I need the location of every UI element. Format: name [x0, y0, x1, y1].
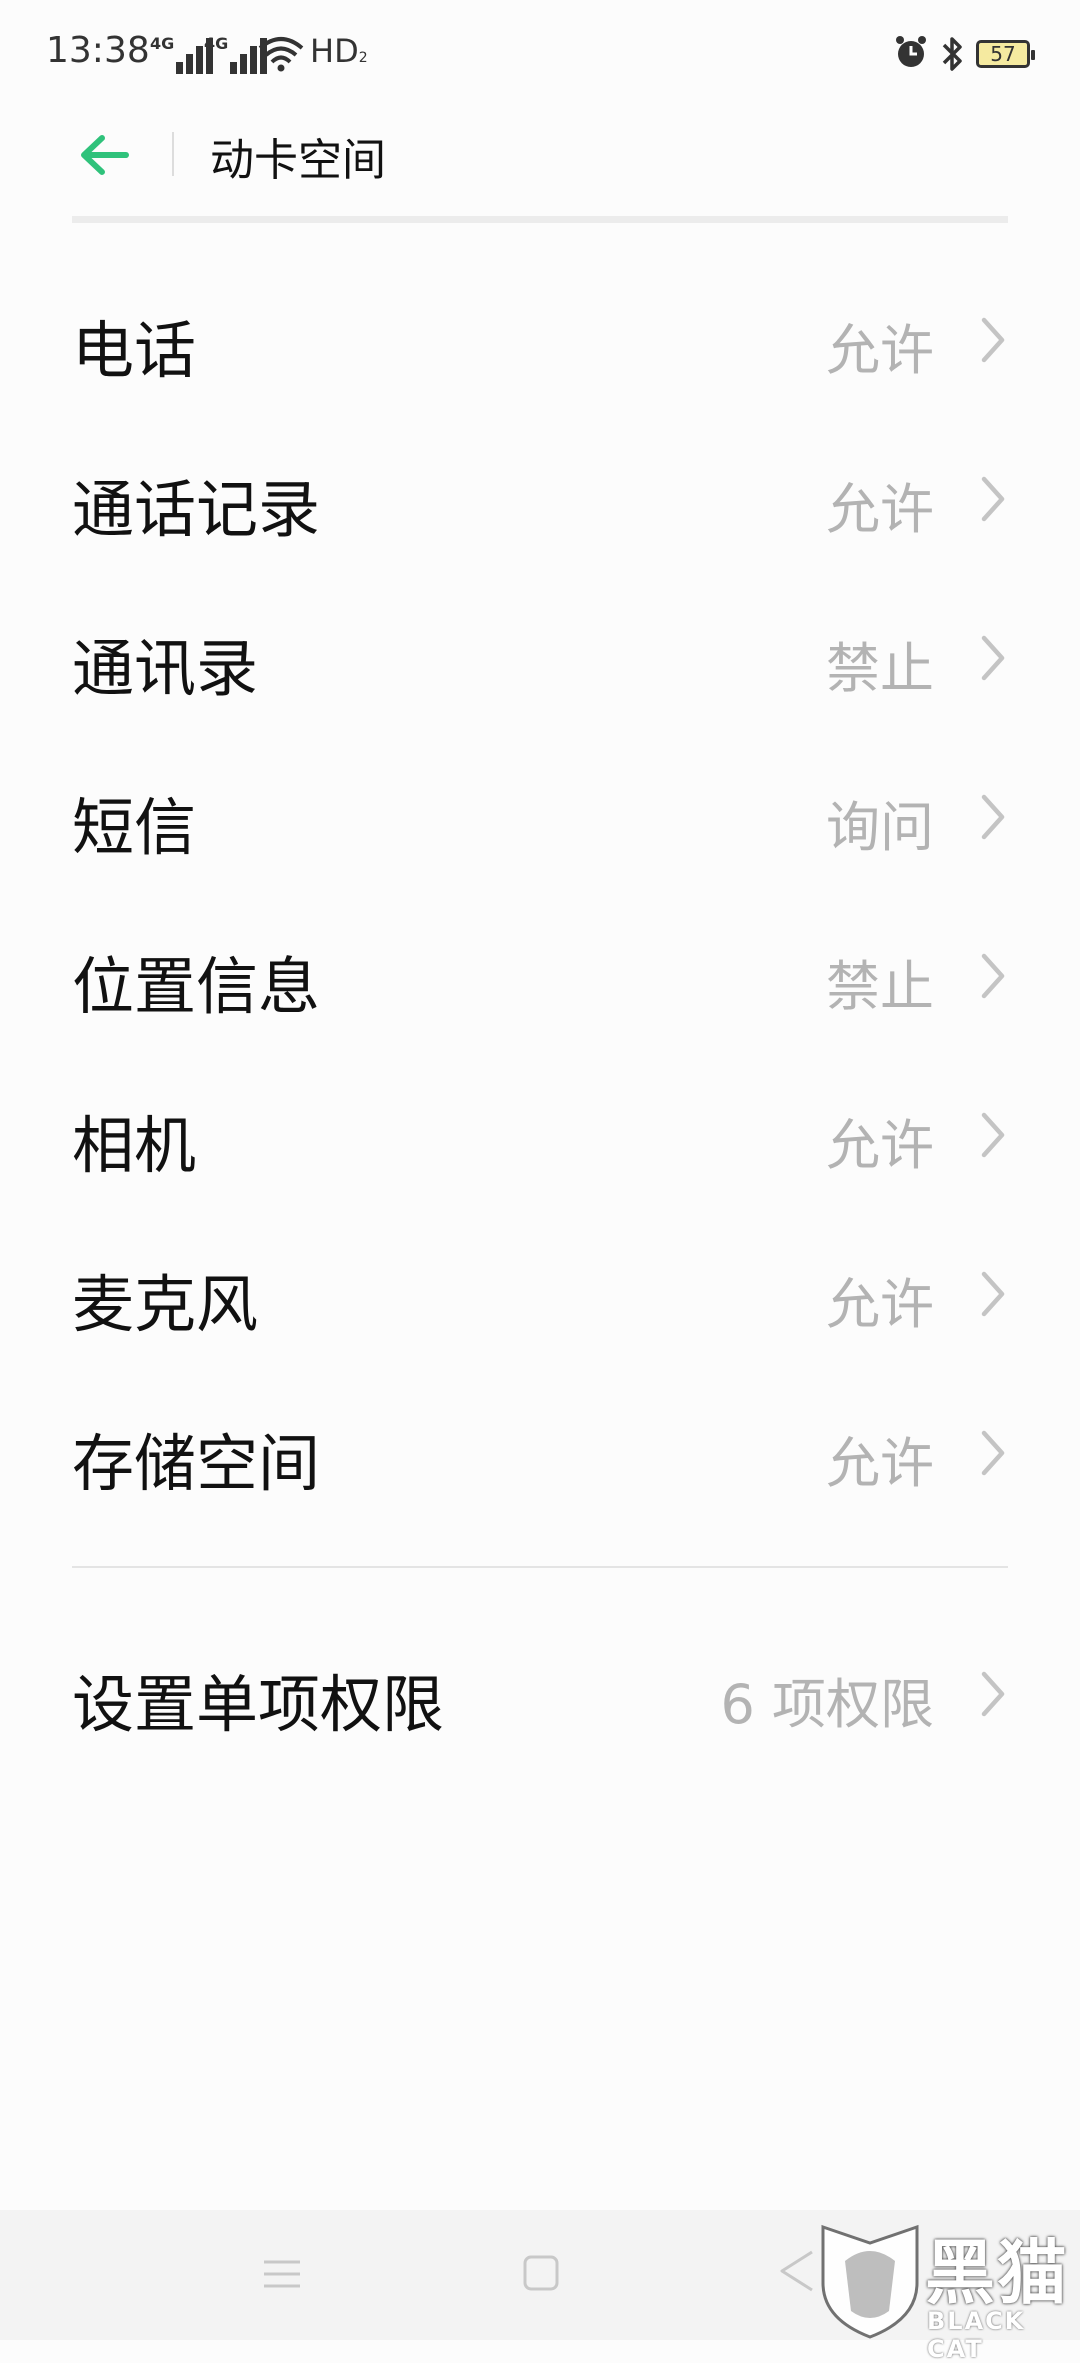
hd-indicator: HD2: [310, 32, 368, 70]
permission-row-storage[interactable]: 存储空间 允许: [0, 1375, 1080, 1534]
permission-row-phone[interactable]: 电话 允许: [0, 262, 1080, 421]
permission-row-camera[interactable]: 相机 允许: [0, 1057, 1080, 1216]
permission-row-call-log[interactable]: 通话记录 允许: [0, 421, 1080, 580]
chevron-right-icon: [981, 1112, 1005, 1158]
permission-row-sms[interactable]: 短信 询问: [0, 739, 1080, 898]
page-title: 动卡空间: [210, 135, 386, 186]
status-time: 13:38: [46, 30, 150, 71]
permission-row-location[interactable]: 位置信息 禁止: [0, 898, 1080, 1057]
permission-value: 询问: [826, 796, 934, 859]
permission-value: 允许: [826, 478, 934, 541]
chevron-right-icon: [981, 635, 1005, 681]
permission-label: 麦克风: [72, 1268, 259, 1341]
chevron-right-icon: [981, 476, 1005, 522]
permission-value: 禁止: [826, 637, 934, 700]
single-permission-label: 设置单项权限: [72, 1668, 445, 1741]
permission-list: 电话 允许 通话记录 允许 通讯录 禁止 短信 询问 位置信息 禁止 相机 允许…: [0, 262, 1080, 1534]
single-permission-row[interactable]: 设置单项权限 6 项权限: [0, 1610, 1080, 1769]
permission-value: 允许: [826, 1432, 934, 1495]
chevron-right-icon: [981, 1430, 1005, 1476]
menu-icon[interactable]: [262, 2254, 302, 2294]
permission-value: 允许: [826, 1273, 934, 1336]
arrow-left-icon[interactable]: [78, 130, 130, 180]
permission-label: 短信: [72, 791, 197, 864]
status-bar: 13:38 4G 4G HD2 57: [0, 0, 1080, 110]
app-header: 动卡空间: [0, 110, 1080, 223]
permission-label: 通话记录: [72, 473, 321, 546]
permission-row-contacts[interactable]: 通讯录 禁止: [0, 580, 1080, 739]
permission-label: 通讯录: [72, 632, 259, 705]
chevron-right-icon: [981, 317, 1005, 363]
cat-shield-logo-icon: [821, 2224, 919, 2339]
network-type-2: 4G: [204, 34, 229, 53]
permission-value: 允许: [826, 319, 934, 382]
watermark-en: BLACK CAT: [927, 2307, 1026, 2363]
permission-label: 存储空间: [72, 1427, 321, 1500]
header-rule: [72, 216, 1008, 223]
home-icon[interactable]: [522, 2254, 560, 2292]
permission-label: 电话: [72, 314, 197, 387]
chevron-right-icon: [981, 794, 1005, 840]
wifi-icon: [258, 37, 304, 72]
header-divider: [172, 132, 174, 176]
alarm-icon: [896, 36, 926, 67]
single-permission-value: 6 项权限: [720, 1673, 934, 1736]
permission-value: 禁止: [826, 955, 934, 1018]
watermark-cn: 黑猫: [925, 2232, 1069, 2314]
section-divider: [72, 1566, 1008, 1568]
chevron-right-icon: [981, 953, 1005, 999]
chevron-right-icon: [981, 1671, 1005, 1717]
permission-label: 相机: [72, 1109, 197, 1182]
watermark: 黑猫 BLACK CAT: [805, 2215, 1080, 2363]
chevron-right-icon: [981, 1271, 1005, 1317]
network-type-1: 4G: [150, 34, 175, 53]
permission-value: 允许: [826, 1114, 934, 1177]
battery-indicator: 57: [976, 40, 1035, 68]
permission-row-microphone[interactable]: 麦克风 允许: [0, 1216, 1080, 1375]
bluetooth-icon: [942, 37, 962, 71]
permission-label: 位置信息: [72, 950, 321, 1023]
